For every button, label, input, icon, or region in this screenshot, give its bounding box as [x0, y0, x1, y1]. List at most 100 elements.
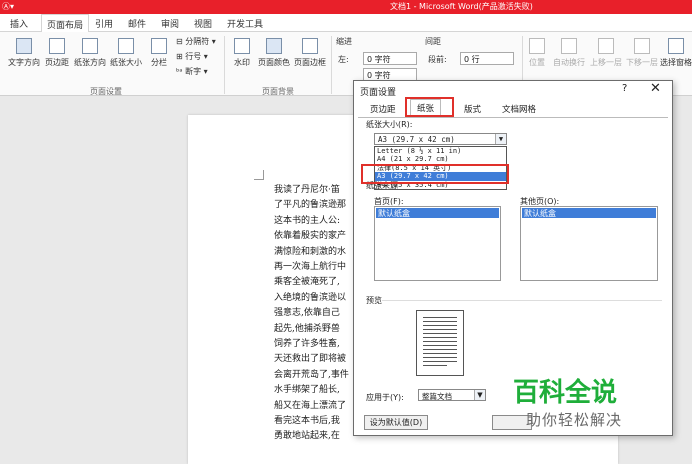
indent-label: 缩进 — [336, 37, 352, 46]
breaks-button[interactable]: ⊟ 分隔符 ▾ — [176, 36, 216, 47]
document-line[interactable]: 我读了丹尼尔·笛 — [274, 184, 340, 198]
watermark-button[interactable]: 水印 — [228, 38, 256, 68]
preview-line — [423, 329, 457, 330]
chevron-down-icon[interactable]: ▼ — [474, 390, 485, 400]
text-direction-icon — [16, 38, 32, 54]
tab-layout[interactable]: 版式 — [458, 101, 487, 116]
first-page-listbox[interactable]: 默认纸盒 — [374, 206, 501, 281]
tab-review[interactable]: 审阅 — [161, 17, 179, 30]
set-default-button[interactable]: 设为默认值(D) — [364, 415, 428, 430]
text-direction-button[interactable]: 文字方向 — [6, 38, 42, 68]
preview-line — [423, 317, 457, 318]
preview-line — [423, 325, 457, 326]
document-line[interactable]: 再一次海上航行中 — [274, 261, 346, 275]
other-pages-listbox[interactable]: 默认纸盒 — [520, 206, 658, 281]
document-line[interactable]: 强意志,依靠自己 — [274, 307, 340, 321]
orientation-icon — [82, 38, 98, 54]
document-line[interactable]: 看完这本书后,我 — [274, 415, 340, 429]
paper-size-button[interactable]: 纸张大小 — [108, 38, 144, 68]
apply-to-combo[interactable]: 整篇文档 ▼ — [418, 389, 486, 401]
document-line[interactable]: 了平凡的鲁滨逊那 — [274, 199, 346, 213]
bring-forward-icon — [598, 38, 614, 54]
highlight-a3-option — [361, 164, 509, 184]
document-line[interactable]: 水手绑架了船长, — [274, 384, 340, 398]
highlight-paper-tab — [405, 97, 454, 117]
dialog-title: 页面设置 — [360, 88, 397, 98]
preview-line — [423, 337, 457, 338]
tab-references[interactable]: 引用 — [95, 17, 113, 30]
indent-left-field[interactable]: 0 字符 — [363, 52, 417, 65]
bring-forward-button[interactable]: 上移一层 — [588, 38, 624, 68]
group-background-label: 页面背景 — [262, 87, 294, 96]
paper-size-combo[interactable]: A3 (29.7 x 42 cm) ▼ — [374, 133, 507, 145]
document-line[interactable]: 这本书的主人公: — [274, 215, 340, 229]
tab-developer[interactable]: 开发工具 — [227, 17, 263, 30]
page-borders-icon — [302, 38, 318, 54]
selection-pane-icon — [668, 38, 684, 54]
ribbon-separator — [224, 36, 225, 94]
page-borders-button[interactable]: 页面边框 — [292, 38, 328, 68]
send-backward-button[interactable]: 下移一层 — [624, 38, 660, 68]
document-line[interactable]: 天还救出了即将被 — [274, 353, 346, 367]
tab-document-grid[interactable]: 文档网格 — [496, 101, 542, 116]
document-line[interactable]: 入绝境的鲁滨逊以 — [274, 292, 346, 306]
hyphenation-button[interactable]: ᵇᵃ 断字 ▾ — [176, 66, 208, 77]
page-color-icon — [266, 38, 282, 54]
apply-to-label: 应用于(Y): — [366, 393, 404, 402]
quick-access-icon[interactable]: Ⓐ▾ — [2, 1, 14, 12]
document-line[interactable]: 会离开荒岛了,事件 — [274, 369, 349, 383]
tab-page-layout[interactable]: 页面布局 — [41, 14, 90, 33]
close-icon[interactable]: ✕ — [650, 81, 661, 96]
preview-line — [423, 365, 447, 366]
tab-view[interactable]: 视图 — [194, 17, 212, 30]
columns-button[interactable]: 分栏 — [146, 38, 172, 68]
document-line[interactable]: 依靠着殷实的家产 — [274, 230, 346, 244]
position-button[interactable]: 位置 — [524, 38, 550, 68]
paper-size-icon — [118, 38, 134, 54]
preview-line — [423, 353, 457, 354]
position-icon — [529, 38, 545, 54]
watermark-icon — [234, 38, 250, 54]
tab-margins[interactable]: 页边距 — [364, 101, 402, 116]
preview-line — [423, 361, 457, 362]
spacing-label: 间距 — [425, 37, 441, 46]
other-pages-selected-item[interactable]: 默认纸盒 — [522, 208, 656, 218]
page-color-button[interactable]: 页面颜色 — [256, 38, 292, 68]
columns-icon — [151, 38, 167, 54]
wrap-text-button[interactable]: 自动换行 — [550, 38, 588, 68]
wrap-text-icon — [561, 38, 577, 54]
tab-mailings[interactable]: 邮件 — [128, 17, 146, 30]
document-line[interactable]: 乘客全被淹死了, — [274, 276, 340, 290]
document-line[interactable]: 起先,他捕杀野兽 — [274, 323, 340, 337]
selection-pane-button[interactable]: 选择窗格 — [660, 38, 692, 68]
window-title: 文档1 - Microsoft Word(产品激活失败) — [390, 2, 533, 11]
preview-line — [423, 321, 457, 322]
document-line[interactable]: 饲养了许多牲畜, — [274, 338, 340, 352]
watermark-brand: 百科全说 — [513, 378, 618, 408]
document-line[interactable]: 满惊险和刺激的水 — [274, 246, 346, 260]
document-line[interactable]: 勇敢地站起来,在 — [274, 430, 340, 444]
page-preview — [416, 310, 464, 376]
document-line[interactable]: 船又在海上漂流了 — [274, 400, 346, 414]
first-page-selected-item[interactable]: 默认纸盒 — [376, 208, 499, 218]
send-backward-icon — [634, 38, 650, 54]
indent-left-label: 左: — [338, 55, 349, 64]
margin-corner-mark — [254, 170, 264, 180]
paper-size-label: 纸张大小(R): — [366, 120, 413, 129]
ribbon-separator — [331, 36, 332, 94]
orientation-button[interactable]: 纸张方向 — [72, 38, 108, 68]
spacing-before-field[interactable]: 0 行 — [460, 52, 514, 65]
paper-option[interactable]: A4 (21 x 29.7 cm) — [375, 155, 506, 163]
paper-option[interactable]: Letter (8 ½ x 11 in) — [375, 147, 506, 155]
spacing-before-label: 段前: — [428, 55, 447, 64]
margins-icon — [49, 38, 65, 54]
help-icon[interactable]: ? — [622, 83, 627, 94]
chevron-down-icon[interactable]: ▼ — [495, 134, 506, 144]
tab-insert[interactable]: 插入 — [10, 17, 28, 30]
preview-line — [423, 357, 457, 358]
preview-line — [423, 341, 457, 342]
margins-button[interactable]: 页边距 — [42, 38, 72, 68]
preview-label: 预览 — [366, 296, 382, 305]
line-numbers-button[interactable]: ⊞ 行号 ▾ — [176, 51, 208, 62]
preview-line — [423, 349, 457, 350]
